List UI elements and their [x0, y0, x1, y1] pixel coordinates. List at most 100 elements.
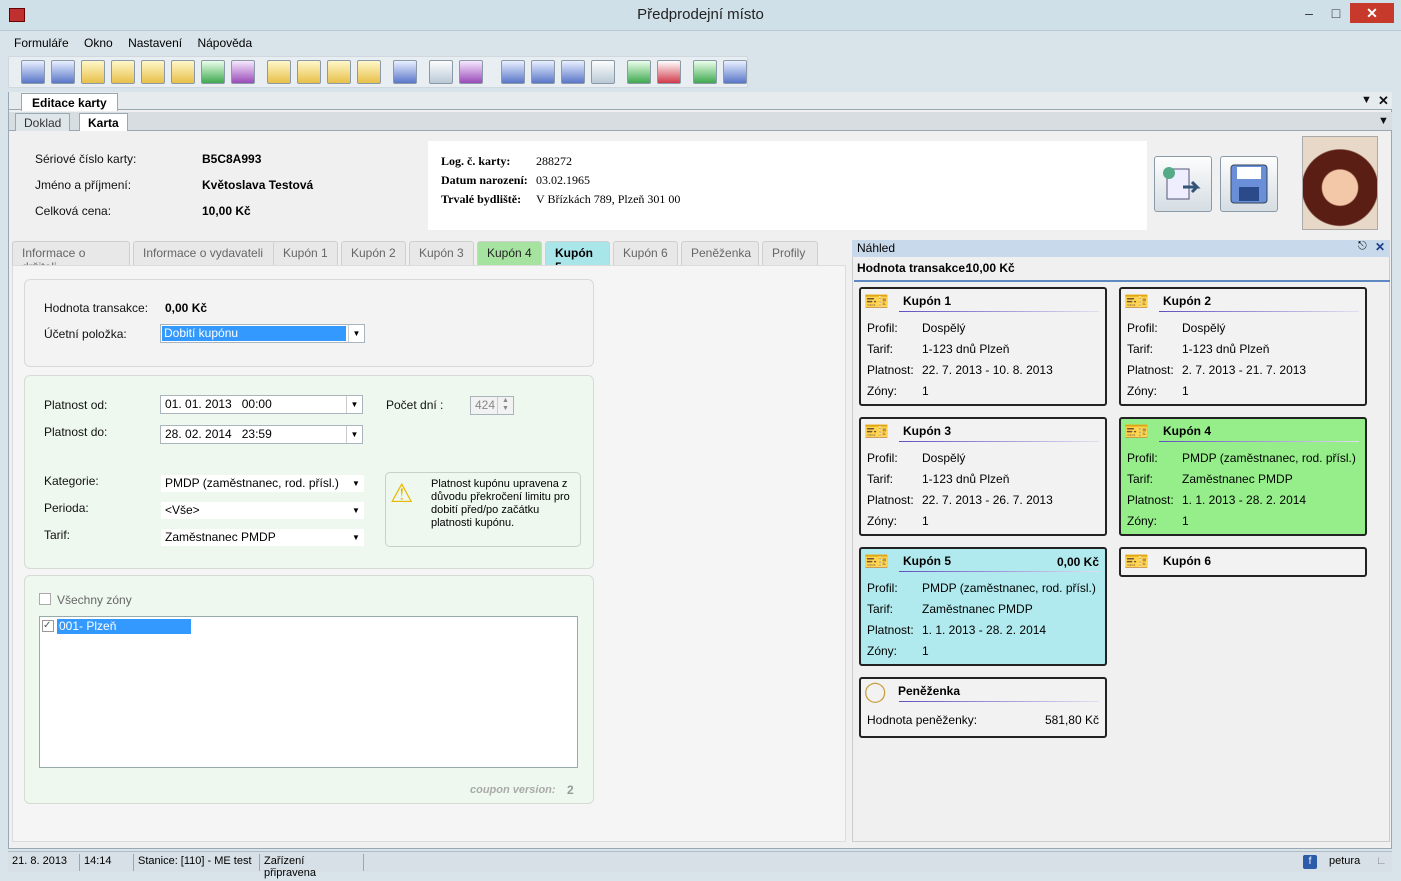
- serial-value: B5C8A993: [202, 152, 262, 166]
- resize-grip-icon[interactable]: ∟: [1376, 855, 1387, 867]
- chevron-down-icon[interactable]: ▼: [1378, 115, 1389, 127]
- valid-to-label: Platnost do:: [44, 425, 108, 439]
- transaction-value: 0,00 Kč: [165, 301, 208, 315]
- warning-text: Platnost kupónu upravena z důvodu překro…: [431, 478, 570, 529]
- profil-label: Profil:: [867, 451, 898, 465]
- log-number-value: 288272: [536, 154, 572, 168]
- coupon-card-2[interactable]: 🎫 Kupón 2 Profil: Dospělý Tarif: 1-123 d…: [1119, 287, 1367, 406]
- disabled-tool-icon[interactable]: [591, 60, 615, 84]
- category-select[interactable]: PMDP (zaměstnanec, rod. přísl.) ▼: [160, 474, 365, 493]
- profil-label: Profil:: [1127, 321, 1158, 335]
- status-user: petura: [1329, 855, 1361, 867]
- coupon-copy-icon[interactable]: [327, 60, 351, 84]
- tab-kupon-3[interactable]: Kupón 3: [409, 241, 474, 265]
- valid-to-field[interactable]: 28. 02. 2014 23:59 ▼: [160, 425, 363, 444]
- tab-kupon-2[interactable]: Kupón 2: [341, 241, 406, 265]
- preview-trans-value: 10,00 Kč: [966, 261, 1015, 275]
- close-icon[interactable]: ✕: [1375, 240, 1385, 254]
- menu-nastaveni[interactable]: Nastavení: [122, 34, 188, 52]
- tab-kupon-5[interactable]: Kupón 5: [545, 241, 610, 274]
- coupon-delete-icon[interactable]: [357, 60, 381, 84]
- birth-date-value: 03.02.1965: [536, 173, 590, 187]
- tab-penezenka[interactable]: Peněženka: [681, 241, 759, 265]
- import-icon[interactable]: [501, 60, 525, 84]
- document-icon[interactable]: [141, 60, 165, 84]
- tab-kupon-6[interactable]: Kupón 6: [613, 241, 678, 265]
- tab-karta[interactable]: Karta: [79, 113, 128, 131]
- days-label: Počet dní :: [386, 398, 444, 412]
- zony-label: Zóny:: [867, 644, 898, 658]
- status-station: Stanice: [110] - ME test: [134, 854, 260, 871]
- menu-napoveda[interactable]: Nápověda: [191, 34, 258, 52]
- add-column-icon[interactable]: [627, 60, 651, 84]
- card-transfer-icon[interactable]: [111, 60, 135, 84]
- coupon-add-icon[interactable]: [267, 60, 291, 84]
- load-card-button[interactable]: [1154, 156, 1212, 212]
- add-record-icon[interactable]: [201, 60, 225, 84]
- platnost-value: 22. 7. 2013 - 26. 7. 2013: [922, 493, 1053, 507]
- clock-icon[interactable]: [171, 60, 195, 84]
- book-icon[interactable]: [393, 60, 417, 84]
- account-item-select[interactable]: Dobití kupónu ▼: [160, 324, 365, 343]
- platnost-value: 1. 1. 2013 - 28. 2. 2014: [1182, 493, 1307, 507]
- coupon-card-4[interactable]: 🎫 Kupón 4 Profil: PMDP (zaměstnanec, rod…: [1119, 417, 1367, 536]
- save-icon[interactable]: [531, 60, 555, 84]
- calendar-dropdown-icon[interactable]: ▼: [346, 426, 362, 443]
- status-device: Zařízení připravena: [260, 854, 364, 879]
- tab-kupon-4[interactable]: Kupón 4: [477, 241, 542, 265]
- tab-kupon-1[interactable]: Kupón 1: [273, 241, 338, 265]
- profil-value: PMDP (zaměstnanec, rod. přísl.): [1182, 451, 1356, 465]
- coupon-edit-icon[interactable]: [297, 60, 321, 84]
- zone-item[interactable]: 001- Plzeň: [57, 619, 191, 634]
- title-underline: [899, 571, 1099, 572]
- new-card-icon[interactable]: [21, 60, 45, 84]
- name-value: Květoslava Testová: [202, 178, 314, 192]
- menu-formulare[interactable]: Formuláře: [8, 34, 75, 52]
- chevron-down-icon[interactable]: ▼: [348, 475, 364, 492]
- card-refresh-icon[interactable]: [81, 60, 105, 84]
- save-card-button[interactable]: [1220, 156, 1278, 212]
- zone-checkbox[interactable]: ✓: [42, 620, 54, 632]
- wallet-title: Peněženka: [898, 684, 961, 698]
- wallet-card[interactable]: ◯ Peněženka Hodnota peněženky: 581,80 Kč: [859, 677, 1107, 738]
- status-time: 14:14: [80, 854, 134, 871]
- pen-icon[interactable]: [459, 60, 483, 84]
- minimize-button[interactable]: –: [1296, 3, 1322, 23]
- calendar-dropdown-icon[interactable]: ▼: [346, 396, 362, 413]
- period-select[interactable]: <Vše> ▼: [160, 501, 365, 520]
- card-print-icon[interactable]: [51, 60, 75, 84]
- close-button[interactable]: ✕: [1350, 3, 1394, 23]
- coupon-card-5[interactable]: 🎫 Kupón 5 0,00 Kč Profil: PMDP (zaměstna…: [859, 547, 1107, 666]
- tab-issuer-info[interactable]: Informace o vydavateli: [133, 241, 279, 265]
- valid-from-field[interactable]: 01. 01. 2013 00:00 ▼: [160, 395, 363, 414]
- zone-list[interactable]: ✓ 001- Plzeň: [39, 616, 578, 768]
- tab-profily[interactable]: Profily: [762, 241, 818, 265]
- tools-icon[interactable]: [429, 60, 453, 84]
- all-zones-checkbox[interactable]: [39, 593, 51, 605]
- tarif-label: Tarif:: [867, 602, 894, 616]
- tab-holder-info[interactable]: Informace o držiteli: [12, 241, 130, 274]
- chevron-down-icon[interactable]: ▼: [348, 529, 364, 546]
- close-icon[interactable]: ✕: [1378, 93, 1389, 109]
- tab-editace-karty[interactable]: Editace karty: [21, 93, 118, 111]
- device-icon[interactable]: [723, 60, 747, 84]
- approve-icon[interactable]: [693, 60, 717, 84]
- maximize-button[interactable]: □: [1323, 3, 1349, 23]
- chevron-down-icon[interactable]: ▼: [1361, 94, 1372, 106]
- chevron-down-icon[interactable]: ▼: [348, 325, 364, 342]
- tarif-select[interactable]: Zaměstnanec PMDP ▼: [160, 528, 365, 547]
- pin-icon[interactable]: ⎋: [1358, 240, 1367, 253]
- edit-icon[interactable]: [231, 60, 255, 84]
- remove-column-icon[interactable]: [657, 60, 681, 84]
- chevron-down-icon[interactable]: ▼: [348, 502, 364, 519]
- days-stepper[interactable]: 424 ▲ ▼: [470, 396, 514, 415]
- tab-doklad[interactable]: Doklad: [15, 113, 71, 131]
- form-edit-icon[interactable]: [561, 60, 585, 84]
- coupon-card-1[interactable]: 🎫 Kupón 1 Profil: Dospělý Tarif: 1-123 d…: [859, 287, 1107, 406]
- zony-label: Zóny:: [1127, 384, 1158, 398]
- coupon-title: Kupón 5: [903, 554, 951, 568]
- coupon-card-3[interactable]: 🎫 Kupón 3 Profil: Dospělý Tarif: 1-123 d…: [859, 417, 1107, 536]
- stepper-arrows-icon[interactable]: ▲ ▼: [497, 397, 513, 414]
- coupon-card-6[interactable]: 🎫 Kupón 6: [1119, 547, 1367, 577]
- menu-okno[interactable]: Okno: [78, 34, 119, 52]
